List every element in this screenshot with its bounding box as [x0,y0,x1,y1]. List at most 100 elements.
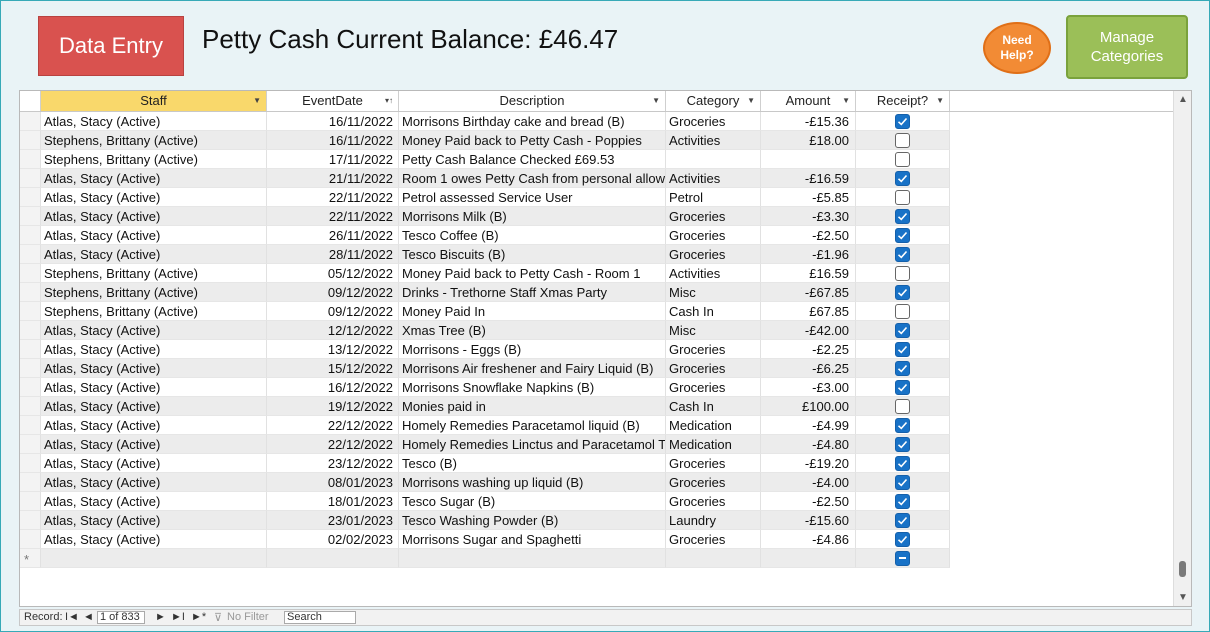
column-header-staff[interactable]: Staff ▼ [41,91,267,111]
desc-cell[interactable]: Homely Remedies Paracetamol liquid (B) [399,416,666,435]
staff-cell[interactable]: Atlas, Stacy (Active) [41,112,267,131]
amt-cell[interactable]: £16.59 [761,264,856,283]
row-selector[interactable] [20,302,41,321]
receipt-checkbox[interactable] [895,170,910,186]
amt-cell[interactable]: -£19.20 [761,454,856,473]
date-cell[interactable]: 23/12/2022 [267,454,399,473]
dropdown-arrow-icon[interactable]: ▼ [936,91,944,111]
table-row[interactable]: Atlas, Stacy (Active) 18/01/2023 Tesco Sug… [20,492,1175,511]
date-cell[interactable]: 18/01/2023 [267,492,399,511]
cat-cell[interactable]: Activities [666,131,761,150]
column-header-eventdate[interactable]: EventDate ▾↑ [267,91,399,111]
staff-cell[interactable]: Atlas, Stacy (Active) [41,397,267,416]
row-selector[interactable]: * [20,549,41,568]
filter-icon[interactable]: ⊽ [214,611,222,624]
cat-cell[interactable]: Groceries [666,207,761,226]
row-selector[interactable] [20,435,41,454]
row-selector[interactable] [20,397,41,416]
date-cell[interactable]: 22/12/2022 [267,416,399,435]
scroll-thumb[interactable] [1179,561,1186,577]
date-cell[interactable]: 23/01/2023 [267,511,399,530]
sort-ascending-icon[interactable]: ▾↑ [385,91,393,111]
receipt-checkbox[interactable] [895,151,910,167]
table-row[interactable]: Atlas, Stacy (Active) 28/11/2022 Tesco Bis… [20,245,1175,264]
desc-cell[interactable]: Tesco Washing Powder (B) [399,511,666,530]
table-row[interactable]: Stephens, Brittany (Active) 05/12/2022 Mon… [20,264,1175,283]
amt-cell[interactable]: -£4.86 [761,530,856,549]
staff-cell[interactable]: Atlas, Stacy (Active) [41,226,267,245]
amt-cell[interactable]: £67.85 [761,302,856,321]
receipt-checkbox[interactable] [895,322,910,338]
table-row[interactable]: Stephens, Brittany (Active) 09/12/2022 Dri… [20,283,1175,302]
desc-cell[interactable]: Morrisons washing up liquid (B) [399,473,666,492]
amt-cell[interactable]: -£6.25 [761,359,856,378]
row-selector[interactable] [20,226,41,245]
desc-cell[interactable]: Morrisons Air freshener and Fairy Liquid… [399,359,666,378]
row-selector[interactable] [20,511,41,530]
row-selector[interactable] [20,131,41,150]
amt-cell[interactable] [761,150,856,169]
staff-cell[interactable]: Atlas, Stacy (Active) [41,378,267,397]
desc-cell[interactable]: Morrisons Snowflake Napkins (B) [399,378,666,397]
desc-cell[interactable] [399,549,666,568]
date-cell[interactable]: 21/11/2022 [267,169,399,188]
receipt-checkbox[interactable] [895,550,910,566]
receipt-checkbox[interactable] [895,341,910,357]
row-selector[interactable] [20,378,41,397]
receipt-checkbox[interactable] [895,132,910,148]
desc-cell[interactable]: Tesco Coffee (B) [399,226,666,245]
table-row[interactable]: Atlas, Stacy (Active) 15/12/2022 Morrisons… [20,359,1175,378]
receipt-checkbox[interactable] [895,436,910,452]
dropdown-arrow-icon[interactable]: ▼ [747,91,755,111]
desc-cell[interactable]: Homely Remedies Linctus and Paracetamol … [399,435,666,454]
receipt-checkbox[interactable] [895,189,910,205]
row-selector[interactable] [20,321,41,340]
date-cell[interactable]: 26/11/2022 [267,226,399,245]
cat-cell[interactable]: Groceries [666,245,761,264]
date-cell[interactable]: 05/12/2022 [267,264,399,283]
current-record-field[interactable]: 1 of 833 [97,611,145,624]
date-cell[interactable]: 16/12/2022 [267,378,399,397]
date-cell[interactable]: 16/11/2022 [267,131,399,150]
row-selector[interactable] [20,530,41,549]
amt-cell[interactable] [761,549,856,568]
row-selector[interactable] [20,473,41,492]
amt-cell[interactable]: £100.00 [761,397,856,416]
staff-cell[interactable]: Atlas, Stacy (Active) [41,207,267,226]
next-record-icon[interactable]: ► [155,611,166,623]
staff-cell[interactable]: Atlas, Stacy (Active) [41,245,267,264]
receipt-checkbox[interactable] [895,398,910,414]
table-row[interactable]: Atlas, Stacy (Active) 12/12/2022 Xmas Tree… [20,321,1175,340]
cat-cell[interactable]: Groceries [666,378,761,397]
receipt-checkbox[interactable] [895,208,910,224]
dropdown-arrow-icon[interactable]: ▼ [842,91,850,111]
table-row[interactable]: Atlas, Stacy (Active) 22/12/2022 Homely Re… [20,416,1175,435]
date-cell[interactable]: 09/12/2022 [267,283,399,302]
table-row[interactable]: Atlas, Stacy (Active) 26/11/2022 Tesco Cof… [20,226,1175,245]
amt-cell[interactable]: -£2.50 [761,492,856,511]
receipt-checkbox[interactable] [895,474,910,490]
staff-cell[interactable]: Atlas, Stacy (Active) [41,359,267,378]
row-selector[interactable] [20,492,41,511]
table-row[interactable]: Atlas, Stacy (Active) 02/02/2023 Morrisons… [20,530,1175,549]
receipt-checkbox[interactable] [895,113,910,129]
last-record-icon[interactable]: ►I [171,611,185,623]
amt-cell[interactable]: -£15.36 [761,112,856,131]
scroll-up-icon[interactable]: ▲ [1178,94,1188,105]
row-selector[interactable] [20,169,41,188]
cat-cell[interactable]: Cash In [666,302,761,321]
date-cell[interactable]: 15/12/2022 [267,359,399,378]
staff-cell[interactable]: Atlas, Stacy (Active) [41,454,267,473]
amt-cell[interactable]: -£2.25 [761,340,856,359]
previous-record-icon[interactable]: ◄ [83,611,94,623]
row-selector[interactable] [20,112,41,131]
staff-cell[interactable]: Atlas, Stacy (Active) [41,169,267,188]
amt-cell[interactable]: -£67.85 [761,283,856,302]
table-row[interactable]: Atlas, Stacy (Active) 22/11/2022 Morrisons… [20,207,1175,226]
need-help-button[interactable]: Need Help? [983,22,1051,74]
row-selector[interactable] [20,150,41,169]
cat-cell[interactable] [666,150,761,169]
staff-cell[interactable] [41,549,267,568]
row-selector[interactable] [20,340,41,359]
amt-cell[interactable]: -£15.60 [761,511,856,530]
